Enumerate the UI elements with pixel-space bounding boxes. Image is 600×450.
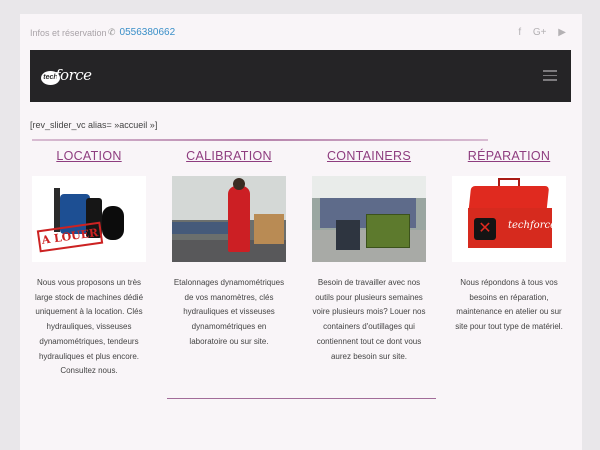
slider-shortcode-text: [rev_slider_vc alias= »accueil »] [30, 120, 158, 130]
service-title-reparation[interactable]: RÉPARATION [446, 148, 572, 168]
logo-word: force [55, 66, 92, 84]
phone-link[interactable]: ✆ 0556380662 [108, 27, 175, 38]
phone-number: 0556380662 [119, 27, 176, 38]
service-desc-location: Nous vous proposons un très large stock … [34, 278, 144, 376]
divider-bottom [167, 398, 436, 399]
calibration-image[interactable] [172, 176, 286, 262]
divider-top [32, 139, 488, 141]
facebook-icon[interactable]: f [518, 27, 521, 38]
service-title-containers[interactable]: CONTAINERS [306, 148, 432, 168]
service-desc-containers: Besoin de travailler avec nos outils pou… [312, 278, 426, 361]
youtube-icon[interactable]: ▶ [558, 27, 566, 38]
service-desc-calibration: Etalonnages dynamométriques de vos manom… [173, 278, 285, 346]
site-header: tech force [30, 50, 571, 102]
containers-image[interactable] [312, 176, 426, 262]
service-containers: CONTAINERS Besoin de travailler avec nos… [306, 148, 432, 364]
top-bar: Infos et réservation ✆ 0556380662 f G+ ▶ [30, 24, 572, 44]
hamburger-icon[interactable] [543, 70, 557, 84]
reparation-image[interactable]: ✕ techforce [452, 176, 566, 262]
a-louer-stamp: A LOUER [36, 221, 104, 253]
service-desc-reparation: Nous répondons à tous vos besoins en rép… [455, 278, 563, 332]
info-reservation-label: Infos et réservation [30, 28, 107, 38]
location-image[interactable]: A LOUER [32, 176, 146, 262]
social-links: f G+ ▶ [509, 27, 566, 38]
service-title-location[interactable]: LOCATION [26, 148, 152, 168]
service-reparation: RÉPARATION ✕ techforce Nous répondons à … [446, 148, 572, 335]
service-calibration: CALIBRATION Etalonnages dynamométriques … [166, 148, 292, 350]
service-title-calibration[interactable]: CALIBRATION [166, 148, 292, 168]
page-container: Infos et réservation ✆ 0556380662 f G+ ▶ … [20, 14, 582, 450]
tools-icon: ✕ [474, 218, 496, 240]
site-logo[interactable]: tech force [41, 66, 92, 88]
toolbox-brand: techforce [508, 220, 556, 231]
phone-icon: ✆ [108, 27, 116, 37]
google-plus-icon[interactable]: G+ [533, 27, 547, 38]
service-location: LOCATION A LOUER Nous vous proposons un … [26, 148, 152, 379]
